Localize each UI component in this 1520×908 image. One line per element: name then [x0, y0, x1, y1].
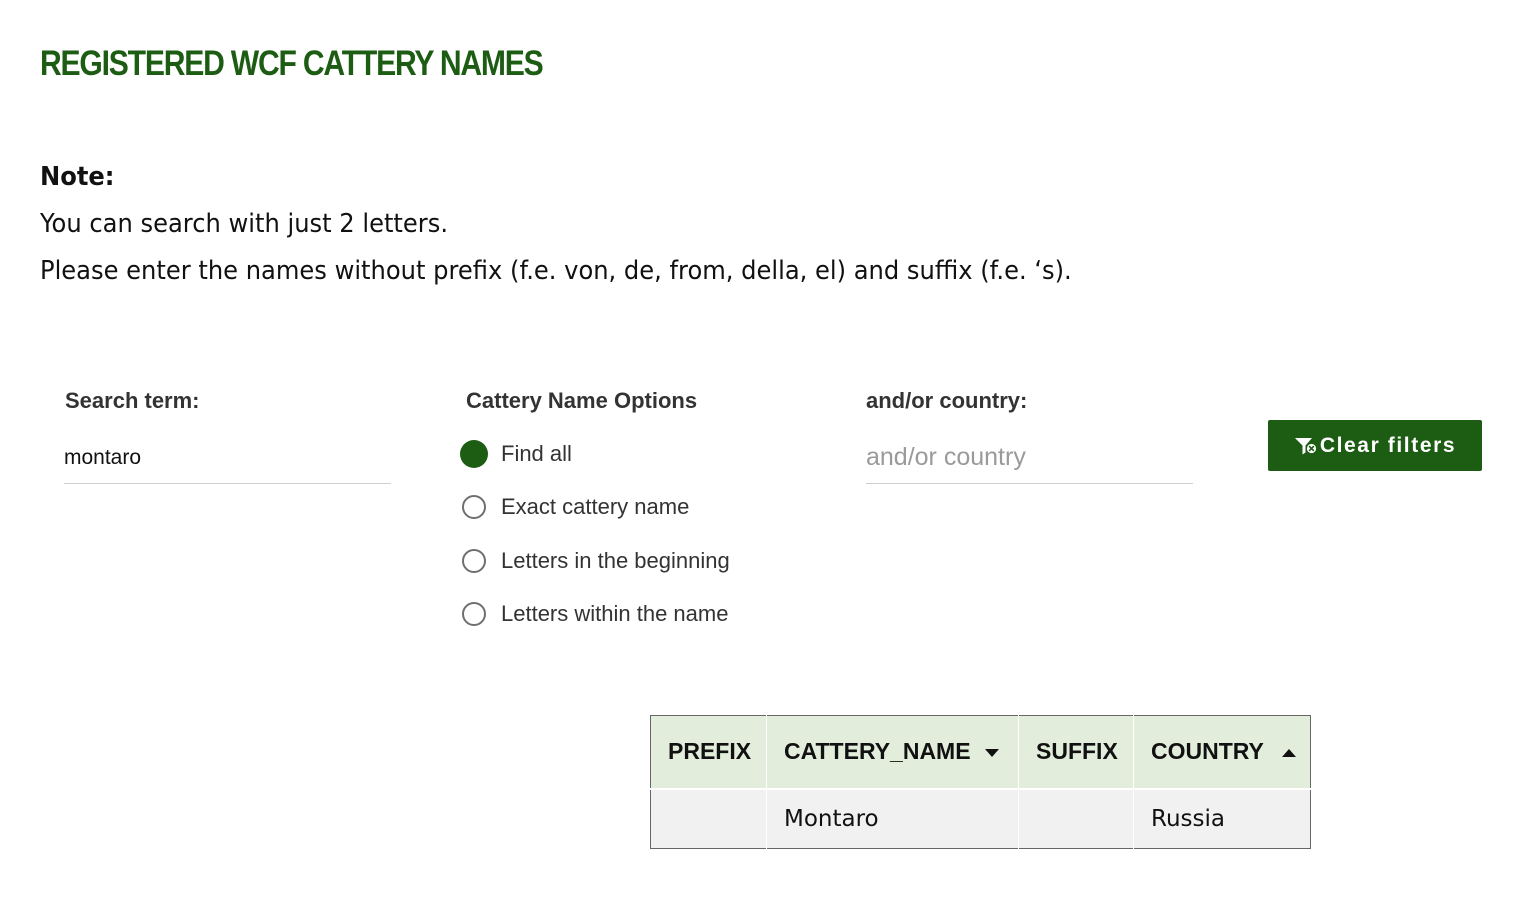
radio-option-letters-within-name[interactable]: Letters within the name	[462, 597, 730, 651]
sort-ascending-icon[interactable]	[1281, 749, 1296, 758]
filter-clear-icon	[1294, 437, 1316, 454]
note-line-prefix-suffix: Please enter the names without prefix (f…	[40, 256, 1072, 286]
page-title: REGISTERED WCF CATTERY NAMES	[40, 44, 544, 83]
cell-cattery-name: Montaro	[766, 788, 1019, 849]
cattery-name-options-label: Cattery Name Options	[466, 388, 698, 413]
radio-label-letters-within-name: Letters within the name	[501, 601, 729, 627]
note-line-min-letters: You can search with just 2 letters.	[40, 209, 449, 239]
column-header-prefix[interactable]: PREFIX	[650, 715, 767, 790]
cell-suffix	[1018, 788, 1134, 849]
radio-label-exact-cattery-name: Exact cattery name	[501, 494, 690, 520]
column-header-label: PREFIX	[668, 738, 752, 765]
radio-option-find-all[interactable]: Find all	[460, 436, 730, 490]
cell-country: Russia	[1133, 788, 1311, 849]
search-term-label: Search term:	[65, 388, 200, 413]
table-header-row: PREFIX CATTERY_NAME SUFFIX COUNTRY	[650, 715, 1311, 790]
radio-button-icon[interactable]	[462, 602, 486, 627]
cell-prefix	[650, 788, 767, 849]
sort-descending-icon[interactable]	[984, 749, 999, 758]
search-term-input[interactable]	[64, 432, 391, 484]
column-header-country[interactable]: COUNTRY	[1133, 715, 1311, 790]
note-heading: Note:	[40, 162, 115, 192]
clear-filters-button[interactable]: Clear filters	[1268, 420, 1482, 471]
column-header-cattery-name[interactable]: CATTERY_NAME	[766, 715, 1019, 790]
column-header-label: CATTERY_NAME	[784, 738, 971, 765]
radio-label-find-all: Find all	[501, 440, 572, 466]
country-label: and/or country:	[866, 388, 1028, 413]
column-header-label: COUNTRY	[1151, 738, 1264, 765]
table-row[interactable]: Montaro Russia	[650, 788, 1311, 849]
column-header-suffix[interactable]: SUFFIX	[1018, 715, 1134, 790]
cattery-name-options-group: Find all Exact cattery name Letters in t…	[460, 436, 730, 651]
radio-option-exact-cattery-name[interactable]: Exact cattery name	[462, 490, 730, 544]
column-header-label: SUFFIX	[1036, 738, 1118, 765]
radio-option-letters-in-beginning[interactable]: Letters in the beginning	[462, 543, 730, 597]
cattery-results-table: PREFIX CATTERY_NAME SUFFIX COUNTRY Monta…	[650, 715, 1311, 849]
clear-filters-label: Clear filters	[1319, 433, 1457, 457]
radio-button-icon[interactable]	[462, 548, 486, 573]
note-section: Note: You can search with just 2 letters…	[40, 154, 1072, 295]
radio-label-letters-in-beginning: Letters in the beginning	[501, 547, 730, 573]
radio-button-selected-icon[interactable]	[460, 439, 488, 468]
radio-button-icon[interactable]	[462, 495, 486, 520]
country-input[interactable]	[866, 432, 1193, 484]
